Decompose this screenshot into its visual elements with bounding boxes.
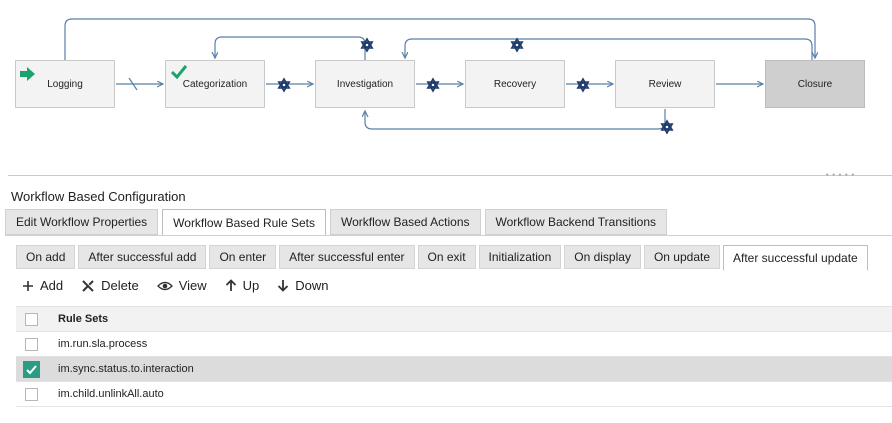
select-all-checkbox[interactable] xyxy=(25,312,38,326)
transition-gear-icon[interactable] xyxy=(576,78,590,92)
phase-label: Categorization xyxy=(182,78,248,90)
edge-closure-investigation xyxy=(405,38,813,60)
checkmark-icon xyxy=(26,364,37,374)
event-tabs: On add After successful add On enter Aft… xyxy=(16,245,871,271)
transition-gear-icon[interactable] xyxy=(426,78,440,92)
phase-label: Logging xyxy=(47,78,83,90)
move-down-button-label: Down xyxy=(295,278,329,293)
rule-set-name: im.sync.status.to.interaction xyxy=(58,363,194,375)
rule-sets-table: Rule Sets im.run.sla.process im.sync.sta… xyxy=(16,306,892,407)
subtab-after-successful-enter[interactable]: After successful enter xyxy=(279,245,415,269)
table-row[interactable]: im.run.sla.process xyxy=(16,332,892,357)
phase-node-closure[interactable]: Closure xyxy=(765,60,865,108)
subtab-on-display[interactable]: On display xyxy=(564,245,641,269)
phase-label: Recovery xyxy=(493,78,537,90)
subtab-on-enter[interactable]: On enter xyxy=(209,245,277,269)
workflow-diagram: Logging Categorization Investigation Rec… xyxy=(0,0,892,170)
phase-node-recovery[interactable]: Recovery xyxy=(465,60,565,108)
phase-node-review[interactable]: Review xyxy=(615,60,715,108)
delete-x-icon xyxy=(82,279,94,292)
transition-gear-icon[interactable] xyxy=(277,78,291,92)
subtab-on-add[interactable]: On add xyxy=(16,245,76,269)
completed-check-icon xyxy=(171,65,187,79)
row-checkbox[interactable] xyxy=(25,387,38,401)
eye-icon xyxy=(156,281,173,290)
phase-node-categorization[interactable]: Categorization xyxy=(165,60,265,108)
subtab-after-successful-add[interactable]: After successful add xyxy=(78,245,207,269)
arrow-up-icon xyxy=(225,279,236,291)
phase-node-logging[interactable]: Logging xyxy=(15,60,115,108)
phase-label: Closure xyxy=(797,78,833,90)
row-checkbox[interactable] xyxy=(25,337,38,351)
tab-workflow-backend-transitions[interactable]: Workflow Backend Transitions xyxy=(484,209,668,235)
table-row[interactable]: im.sync.status.to.interaction xyxy=(16,357,892,382)
phase-label: Investigation xyxy=(336,78,394,90)
pane-divider xyxy=(8,175,892,176)
transition-gear-icon[interactable] xyxy=(510,38,524,52)
config-tabs: Edit Workflow Properties Workflow Based … xyxy=(5,209,671,236)
edge-investigation-categorization xyxy=(215,36,366,60)
view-button-label: View xyxy=(178,278,207,293)
phase-node-investigation[interactable]: Investigation xyxy=(315,60,415,108)
view-button[interactable]: View xyxy=(156,278,207,293)
table-header-row: Rule Sets xyxy=(16,306,892,332)
delete-button[interactable]: Delete xyxy=(81,278,139,293)
rule-set-toolbar: Add Delete View Up Down xyxy=(22,278,347,293)
tab-edit-workflow-properties[interactable]: Edit Workflow Properties xyxy=(5,209,159,235)
tab-workflow-based-rule-sets[interactable]: Workflow Based Rule Sets xyxy=(162,209,326,236)
move-up-button[interactable]: Up xyxy=(225,278,260,293)
move-up-button-label: Up xyxy=(242,278,260,293)
plus-icon xyxy=(23,280,33,291)
phase-label: Review xyxy=(648,78,682,90)
workflow-connectors xyxy=(64,18,892,134)
subtab-after-successful-update[interactable]: After successful update xyxy=(723,245,868,271)
transition-gear-icon[interactable] xyxy=(660,120,674,134)
section-title: Workflow Based Configuration xyxy=(11,189,186,204)
tab-workflow-based-actions[interactable]: Workflow Based Actions xyxy=(330,209,481,235)
subtab-initialization[interactable]: Initialization xyxy=(478,245,562,269)
subtab-on-update[interactable]: On update xyxy=(643,245,720,269)
arrow-down-icon xyxy=(278,280,289,292)
add-button-label: Add xyxy=(40,278,64,293)
move-down-button[interactable]: Down xyxy=(277,278,329,293)
add-button[interactable]: Add xyxy=(22,278,63,293)
tab-strip-border xyxy=(5,235,892,236)
table-row[interactable]: im.child.unlinkAll.auto xyxy=(16,382,892,407)
start-arrow-icon xyxy=(20,67,35,81)
rule-set-name: im.run.sla.process xyxy=(58,338,148,350)
pane-resize-handle[interactable]: • • • • • xyxy=(826,172,855,179)
subtab-on-exit[interactable]: On exit xyxy=(417,245,476,269)
edge-review-investigation xyxy=(365,109,666,130)
row-checkbox[interactable] xyxy=(23,360,40,378)
delete-button-label: Delete xyxy=(101,278,139,293)
column-header-rule-sets[interactable]: Rule Sets xyxy=(58,313,108,325)
transition-gear-icon[interactable] xyxy=(360,38,374,52)
rule-set-name: im.child.unlinkAll.auto xyxy=(58,388,164,400)
